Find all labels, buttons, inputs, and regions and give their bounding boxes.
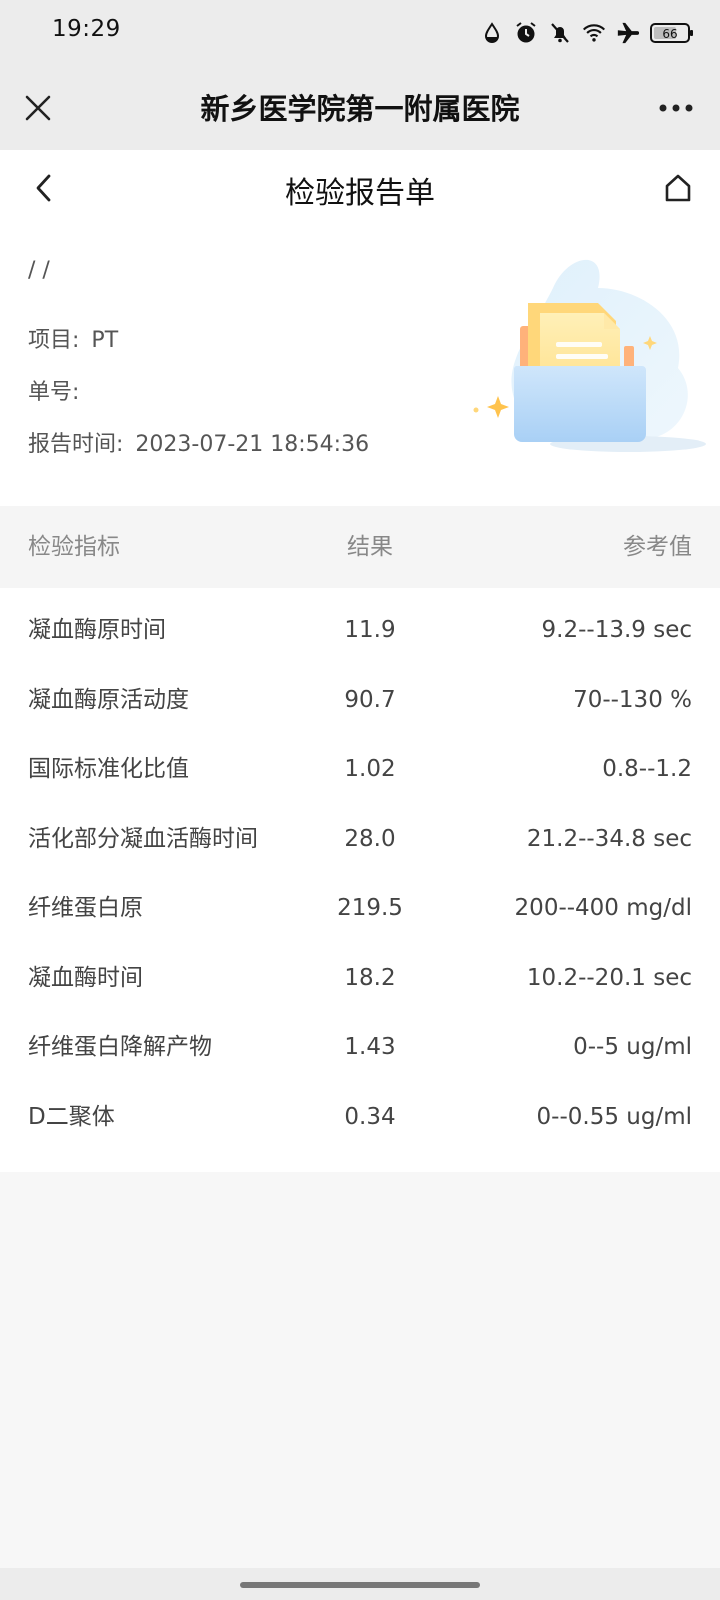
table-row: 凝血酶时间 18.2 10.2--20.1 sec xyxy=(0,944,720,1014)
table-row: 凝血酶原活动度 90.7 70--130 % xyxy=(0,666,720,736)
results-list: 凝血酶原时间 11.9 9.2--13.9 sec 凝血酶原活动度 90.7 70--13… xyxy=(0,588,720,1152)
report-info: / / 项目: PT 单号: 报告时间: 2023-07-21 18:54:36 xyxy=(0,228,720,506)
patient-info: / / xyxy=(28,258,50,283)
reference-range: 200--400 mg/dl xyxy=(514,895,692,921)
more-button[interactable] xyxy=(654,88,698,128)
close-icon xyxy=(25,95,51,121)
table-row: 纤维蛋白降解产物 1.43 0--5 ug/ml xyxy=(0,1013,720,1083)
reference-range: 21.2--34.8 sec xyxy=(526,825,692,852)
battery-icon: 66 xyxy=(650,23,694,43)
indicator-name: 凝血酶原活动度 xyxy=(28,686,189,713)
water-drop-icon xyxy=(480,21,504,45)
result-value: 1.02 xyxy=(344,756,396,782)
number-row: 单号: xyxy=(28,374,91,406)
results-table: 凝血酶原时间 11.9 9.2--13.9 sec 凝血酶原活动度 90.7 70--13… xyxy=(0,588,720,1172)
home-button[interactable] xyxy=(658,168,698,208)
report-time-row: 报告时间: 2023-07-21 18:54:36 xyxy=(28,426,369,458)
table-row: 国际标准化比值 1.02 0.8--1.2 xyxy=(0,735,720,805)
navigation-bar xyxy=(0,1568,720,1600)
status-time: 19:29 xyxy=(52,16,121,42)
table-row: D二聚体 0.34 0--0.55 ug/ml xyxy=(0,1083,720,1153)
back-button[interactable] xyxy=(24,168,64,208)
reference-range: 0--5 ug/ml xyxy=(573,1034,692,1060)
result-value: 219.5 xyxy=(337,895,403,921)
table-row: 纤维蛋白原 219.5 200--400 mg/dl xyxy=(0,874,720,944)
webview-title: 新乡医学院第一附属医院 xyxy=(200,92,520,126)
result-value: 11.9 xyxy=(344,617,396,643)
result-value: 28.0 xyxy=(344,825,396,852)
table-header: 检验指标 结果 参考值 xyxy=(0,506,720,588)
item-label: 项目: xyxy=(28,328,80,353)
reference-range: 0.8--1.2 xyxy=(602,756,692,782)
home-icon xyxy=(665,174,691,202)
number-label: 单号: xyxy=(28,380,80,405)
indicator-name: 国际标准化比值 xyxy=(28,756,189,782)
item-value: PT xyxy=(91,328,119,353)
report-folder-illustration xyxy=(473,259,706,452)
more-icon xyxy=(659,104,693,112)
table-row: 活化部分凝血活酶时间 28.0 21.2--34.8 sec xyxy=(0,805,720,875)
result-value: 0.34 xyxy=(344,1103,396,1130)
status-icons: 66 xyxy=(480,18,694,48)
reference-range: 9.2--13.9 sec xyxy=(541,617,692,643)
alarm-icon xyxy=(514,21,538,45)
webview-header: 新乡医学院第一附属医院 xyxy=(0,66,720,150)
status-bar: 19:29 66 xyxy=(0,0,720,66)
close-button[interactable] xyxy=(18,88,58,128)
header-result: 结果 xyxy=(347,534,393,560)
result-value: 18.2 xyxy=(344,964,396,991)
report-time-value: 2023-07-21 18:54:36 xyxy=(135,432,370,457)
indicator-name: 纤维蛋白原 xyxy=(28,895,143,921)
airplane-icon xyxy=(616,21,640,45)
chevron-left-icon xyxy=(36,174,51,202)
page-title: 检验报告单 xyxy=(285,176,435,211)
indicator-name: 凝血酶原时间 xyxy=(28,617,166,643)
result-value: 90.7 xyxy=(344,686,396,713)
result-value: 1.43 xyxy=(344,1034,396,1060)
svg-text:66: 66 xyxy=(662,27,677,41)
header-reference: 参考值 xyxy=(623,534,692,560)
home-indicator[interactable] xyxy=(240,1582,480,1588)
reference-range: 0--0.55 ug/ml xyxy=(536,1103,692,1130)
bell-off-icon xyxy=(548,21,572,45)
indicator-name: D二聚体 xyxy=(28,1103,115,1130)
report-time-label: 报告时间: xyxy=(28,432,124,457)
indicator-name: 凝血酶时间 xyxy=(28,964,143,991)
page-header: 检验报告单 xyxy=(0,150,720,228)
reference-range: 10.2--20.1 sec xyxy=(526,964,692,991)
indicator-name: 活化部分凝血活酶时间 xyxy=(28,825,258,852)
indicator-name: 纤维蛋白降解产物 xyxy=(28,1034,212,1060)
wifi-icon xyxy=(582,21,606,45)
reference-range: 70--130 % xyxy=(573,686,692,713)
header-indicator: 检验指标 xyxy=(28,534,120,560)
table-row: 凝血酶原时间 11.9 9.2--13.9 sec xyxy=(0,596,720,666)
item-row: 项目: PT xyxy=(28,322,118,354)
